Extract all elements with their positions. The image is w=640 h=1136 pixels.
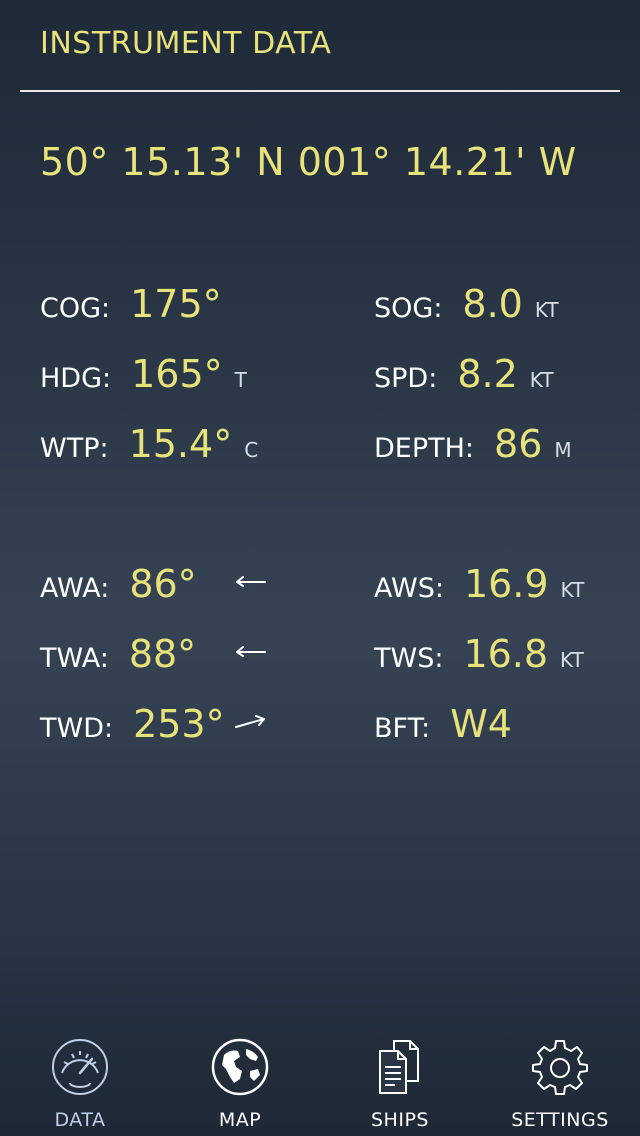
cog-row: COG: 175° (40, 282, 222, 332)
aws-unit: KT (560, 578, 585, 602)
wtp-value: 15.4° (128, 422, 233, 466)
sog-row: SOG: 8.0 KT (374, 282, 559, 332)
hdg-label: HDG: (40, 363, 112, 394)
tab-ships-label: SHIPS (371, 1109, 429, 1131)
sog-value: 8.0 (462, 282, 523, 326)
wtp-row: WTP: 15.4° C (40, 422, 258, 472)
awa-label: AWA: (40, 573, 110, 604)
aws-row: AWS: 16.9 KT (374, 562, 584, 612)
tab-settings[interactable]: SETTINGS (490, 1031, 630, 1136)
tab-data[interactable]: DATA (10, 1031, 150, 1136)
tws-unit: KT (560, 648, 584, 672)
twd-row: TWD: 253° (40, 702, 225, 752)
sog-unit: KT (534, 298, 559, 322)
tws-row: TWS: 16.8 KT (374, 632, 584, 682)
left-arrow-icon (234, 572, 266, 592)
wtp-label: WTP: (40, 433, 109, 464)
depth-unit: M (554, 438, 572, 462)
twa-row: TWA: 88° (40, 632, 196, 682)
twd-label: TWD: (40, 713, 114, 744)
gear-icon (530, 1037, 590, 1097)
depth-label: DEPTH: (374, 433, 475, 464)
spd-unit: KT (529, 368, 554, 392)
tws-value: 16.8 (463, 632, 549, 676)
twd-value: 253° (133, 702, 225, 746)
bft-label: BFT: (374, 713, 431, 744)
tab-ships[interactable]: SHIPS (330, 1031, 470, 1136)
tab-map-label: MAP (218, 1109, 262, 1131)
aws-value: 16.9 (463, 562, 549, 606)
tws-label: TWS: (374, 643, 444, 674)
spd-label: SPD: (374, 363, 438, 394)
position-readout: 50° 15.13' N 001° 14.21' W (40, 140, 577, 184)
sog-label: SOG: (374, 293, 443, 324)
cog-label: COG: (40, 293, 111, 324)
spd-value: 8.2 (457, 352, 518, 396)
aws-label: AWS: (374, 573, 444, 604)
up-right-arrow-icon (234, 711, 266, 731)
tab-map[interactable]: MAP (170, 1031, 310, 1136)
cog-value: 175° (130, 282, 222, 326)
page-title: INSTRUMENT DATA (40, 26, 332, 61)
bft-value: W4 (450, 702, 512, 746)
awa-value: 86° (129, 562, 197, 606)
wtp-unit: C (244, 438, 259, 462)
hdg-unit: T (234, 368, 247, 392)
left-arrow-icon (234, 642, 266, 662)
spd-row: SPD: 8.2 KT (374, 352, 554, 402)
twa-value: 88° (128, 632, 197, 676)
awa-row: AWA: 86° (40, 562, 197, 612)
header-bar: INSTRUMENT DATA (20, 0, 620, 92)
depth-row: DEPTH: 86 M (374, 422, 572, 472)
documents-icon (370, 1037, 430, 1097)
hdg-value: 165° (131, 352, 223, 396)
twa-label: TWA: (40, 643, 109, 674)
globe-icon (210, 1037, 270, 1097)
tab-settings-label: SETTINGS (511, 1109, 609, 1131)
depth-value: 86 (494, 422, 543, 466)
tab-bar: DATA MAP SHIPS SETTINGS (0, 1031, 640, 1136)
bft-row: BFT: W4 (374, 702, 512, 752)
tab-data-label: DATA (54, 1109, 106, 1131)
gauge-icon (50, 1037, 110, 1097)
hdg-row: HDG: 165° T (40, 352, 247, 402)
